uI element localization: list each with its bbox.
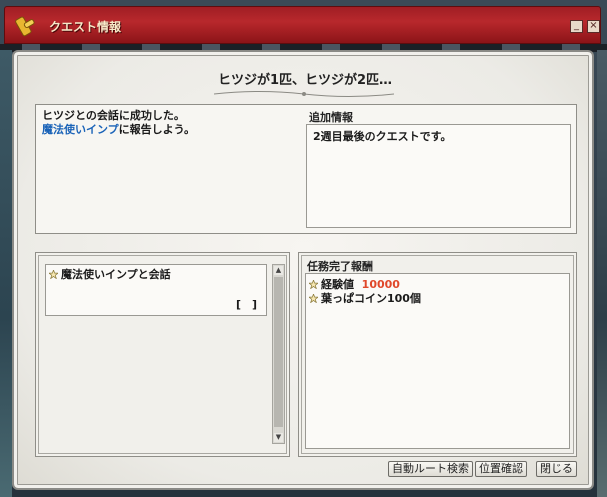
star-icon — [309, 280, 318, 289]
objective-item[interactable]: 魔法使いインプと会話 [ ] — [45, 264, 267, 316]
background-left — [0, 50, 12, 497]
quest-panel: ヒツジが1匹、ヒツジが2匹… ヒツジとの会話に成功した。 魔法使いインプに報告し… — [12, 50, 594, 490]
objectives-scrollbar[interactable]: ▲ ▼ — [272, 264, 285, 444]
star-icon — [309, 294, 318, 303]
description-line-2-rest: に報告しよう。 — [118, 123, 196, 136]
reward-row-coins: 葉っぱコイン100個 — [309, 292, 421, 306]
additional-info-box: 2週目最後のクエストです。 — [306, 124, 571, 228]
reward-label-exp: 経験値 — [321, 278, 354, 291]
quest-description: ヒツジとの会話に成功した。 魔法使いインプに報告しよう。 — [42, 109, 195, 137]
reward-label-coins: 葉っぱコイン100個 — [321, 292, 421, 305]
objective-progress: [ ] — [236, 298, 258, 311]
rewards-box: 経験値 10000 葉っぱコイン100個 — [305, 273, 570, 449]
window-titlebar[interactable]: クエスト情報 _ × — [4, 6, 601, 44]
objective-label: 魔法使いインプと会話 — [61, 268, 171, 281]
reward-value-exp: 10000 — [361, 278, 400, 291]
scroll-thumb[interactable] — [274, 277, 283, 427]
scroll-icon — [15, 16, 35, 37]
objective-row: 魔法使いインプと会話 — [49, 268, 171, 282]
rewards-header: 任務完了報酬 — [307, 260, 373, 273]
scroll-down-arrow[interactable]: ▼ — [274, 433, 283, 442]
close-button[interactable]: 閉じる — [536, 461, 577, 477]
npc-link[interactable]: 魔法使いインプ — [42, 123, 119, 136]
background-right — [597, 50, 607, 497]
additional-info-text: 2週目最後のクエストです。 — [313, 130, 452, 143]
window-title: クエスト情報 — [49, 20, 122, 34]
description-line-1: ヒツジとの会話に成功した。 — [42, 109, 185, 122]
close-window-button[interactable]: × — [587, 20, 600, 33]
reward-row-exp: 経験値 10000 — [309, 278, 400, 292]
quest-title: ヒツジが1匹、ヒツジが2匹… — [217, 73, 393, 88]
title-ornament — [214, 91, 394, 97]
location-button[interactable]: 位置確認 — [475, 461, 527, 477]
description-line-2: 魔法使いインプに報告しよう。 — [42, 123, 195, 137]
auto-route-button[interactable]: 自動ルート検索 — [388, 461, 473, 477]
scroll-up-arrow[interactable]: ▲ — [274, 266, 283, 275]
minimize-button[interactable]: _ — [570, 20, 583, 33]
star-icon — [49, 270, 58, 279]
additional-info-header: 追加情報 — [309, 111, 353, 124]
